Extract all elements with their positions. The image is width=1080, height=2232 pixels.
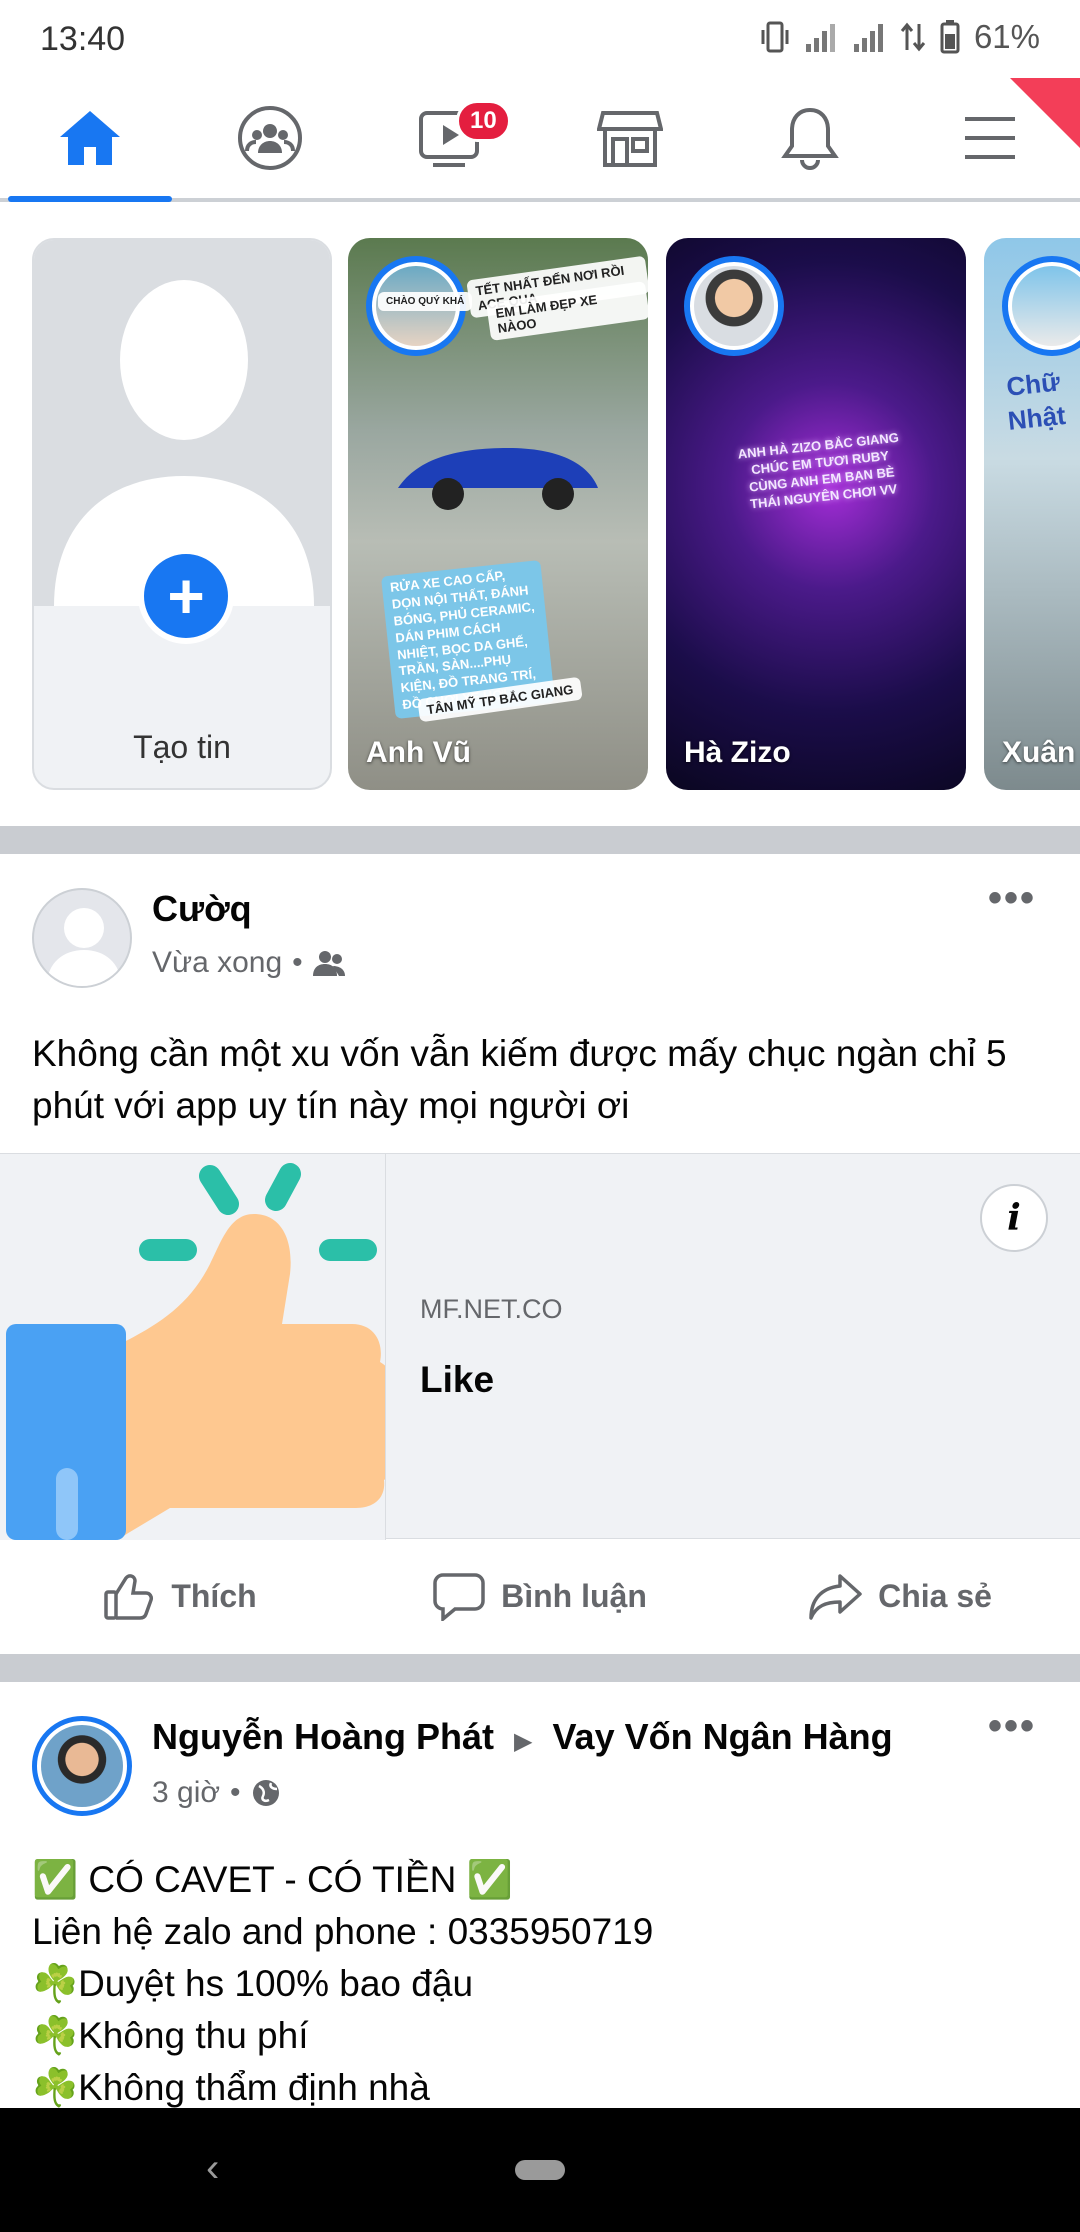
- tab-home[interactable]: [0, 78, 180, 202]
- info-icon[interactable]: i: [980, 1184, 1048, 1252]
- back-chevron-icon[interactable]: ‹: [206, 2146, 219, 2191]
- thumbs-up-illustration: [6, 1163, 385, 1540]
- story-author: Anh Vũ: [366, 736, 471, 769]
- like-label: Thích: [171, 1577, 257, 1614]
- home-pill[interactable]: [515, 2160, 565, 2180]
- signal-icon-2: [853, 24, 883, 52]
- vibrate-icon: [761, 21, 789, 53]
- globe-icon: [252, 1780, 279, 1806]
- home-icon: [60, 111, 120, 165]
- feed-separator: [0, 1654, 1080, 1682]
- post-actions-bar: Thích Bình luận Chia sẻ: [0, 1540, 1080, 1652]
- post-group[interactable]: Vay Vốn Ngân Hàng: [553, 1716, 893, 1757]
- comment-label: Bình luận: [501, 1577, 647, 1614]
- feed-separator: [0, 826, 1080, 854]
- tab-groups[interactable]: [180, 78, 360, 198]
- avatar-photo: [41, 1725, 123, 1807]
- post-line: ☘️Không thẩm định nhà: [32, 2067, 430, 2108]
- group-arrow-icon: ▶: [514, 1728, 533, 1755]
- avatar[interactable]: [32, 888, 132, 988]
- comment-button[interactable]: Bình luận: [360, 1540, 720, 1652]
- thumbs-up-image: [0, 1154, 386, 1540]
- create-story-label: Tạo tin: [133, 729, 231, 765]
- share-icon: [809, 1574, 862, 1620]
- post-line: Liên hệ zalo and phone : 0335950719: [32, 1911, 654, 1952]
- story-caption: Chữ Nhật: [1004, 366, 1067, 436]
- battery-percent: 61%: [973, 18, 1040, 55]
- story-card[interactable]: TẾT NHẤT ĐẾN NƠI RỒI ACE QUA EM LÀM ĐẸP …: [348, 238, 648, 790]
- post-more-options-icon[interactable]: •••: [988, 876, 1036, 921]
- like-icon: [104, 1574, 154, 1620]
- story-avatar: [1002, 256, 1080, 356]
- link-preview-card[interactable]: MF.NET.CO Like i: [0, 1153, 1080, 1540]
- groups-icon: [238, 106, 302, 170]
- stories-tray: + Tạo tin TẾT NHẤT ĐẾN NƠI RỒI ACE QUA E…: [0, 206, 1080, 826]
- promo-corner-flag[interactable]: [1010, 78, 1080, 148]
- tab-marketplace[interactable]: [540, 78, 720, 198]
- story-card[interactable]: Chữ Nhật Xuân: [984, 238, 1080, 790]
- share-label: Chia sẻ: [878, 1577, 992, 1614]
- post-more-options-icon[interactable]: •••: [988, 1704, 1036, 1749]
- top-navigation: 10: [0, 78, 1080, 202]
- post-line: ✅ CÓ CAVET - CÓ TIỀN ✅: [32, 1859, 513, 1900]
- post-text: ✅ CÓ CAVET - CÓ TIỀN ✅ Liên hệ zalo and …: [32, 1854, 1040, 2108]
- status-time: 13:40: [40, 20, 126, 58]
- post-line: ☘️Duyệt hs 100% bao đậu: [32, 1963, 474, 2004]
- like-button[interactable]: Thích: [0, 1540, 360, 1652]
- post-author[interactable]: Cườq: [152, 888, 252, 930]
- story-avatar: [684, 256, 784, 356]
- avatar[interactable]: [32, 1716, 132, 1816]
- default-avatar-silhouette: [46, 908, 122, 986]
- comment-icon: [433, 1573, 485, 1621]
- post-author[interactable]: Nguyễn Hoàng Phát: [152, 1716, 494, 1757]
- store-icon: [597, 111, 663, 167]
- friends-audience-icon: [312, 951, 345, 976]
- bell-icon: [781, 107, 839, 170]
- tab-watch[interactable]: 10: [360, 78, 540, 198]
- story-author: Xuân: [1002, 736, 1076, 769]
- feed-post: Nguyễn Hoàng Phát ▶ Vay Vốn Ngân Hàng 3 …: [0, 1682, 1080, 2108]
- post-line: ☘️Không thu phí: [32, 2015, 309, 2056]
- create-story-card[interactable]: + Tạo tin: [32, 238, 332, 790]
- story-card[interactable]: ANH HÀ ZIZO BẮC GIANG CHÚC EM TƯƠI RUBY …: [666, 238, 966, 790]
- story-author: Hà Zizo: [684, 736, 791, 769]
- share-button[interactable]: Chia sẻ: [720, 1540, 1080, 1652]
- meta-dot: •: [292, 946, 303, 979]
- post-time[interactable]: 3 giờ: [152, 1776, 220, 1810]
- watch-badge: 10: [456, 100, 511, 142]
- system-navigation-bar: ‹: [0, 2108, 1080, 2232]
- meta-dot: •: [230, 1776, 241, 1809]
- battery-icon: [940, 20, 960, 54]
- post-time[interactable]: Vừa xong: [152, 946, 282, 980]
- add-story-plus-icon[interactable]: +: [138, 548, 234, 644]
- status-bar: 13:40 61%: [0, 0, 1080, 78]
- link-title[interactable]: Like: [420, 1359, 494, 1401]
- post-text: Không cần một xu vốn vẫn kiếm được mấy c…: [32, 1033, 1007, 1126]
- data-transfer-icon: [900, 22, 926, 52]
- signal-icon: [805, 24, 835, 52]
- story-caption: CHÀO QUÝ KHÁ: [378, 292, 473, 311]
- car-image: [398, 448, 598, 510]
- story-caption: ANH HÀ ZIZO BẮC GIANG CHÚC EM TƯƠI RUBY …: [737, 429, 900, 512]
- link-domain: MF.NET.CO: [420, 1294, 563, 1324]
- tab-notifications[interactable]: [720, 78, 900, 198]
